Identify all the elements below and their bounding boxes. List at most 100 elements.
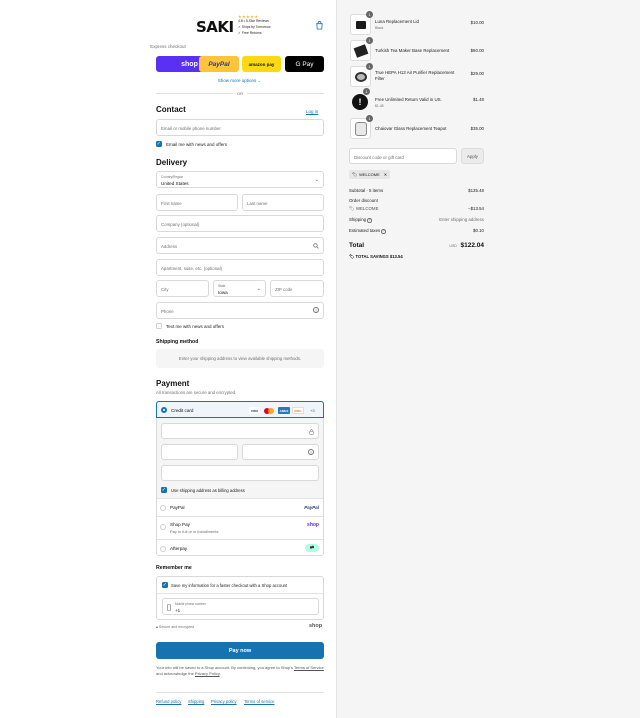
help-icon[interactable]: ? bbox=[308, 449, 314, 455]
product-variant-1: Black bbox=[375, 26, 384, 30]
discount-placeholder: Discount code or gift card bbox=[354, 154, 404, 160]
afterpay-logo-icon: ⇄ bbox=[305, 544, 319, 552]
search-icon bbox=[313, 243, 319, 249]
address-placeholder: Address bbox=[161, 244, 178, 249]
shipping-value: Enter shipping address bbox=[439, 217, 484, 222]
legal-mid: and acknowledge the bbox=[156, 670, 195, 676]
company-field[interactable]: Company (optional) bbox=[156, 215, 324, 232]
credit-card-option[interactable]: Credit card VISA AMEX DISC +3 bbox=[156, 401, 324, 418]
lid-image bbox=[356, 21, 366, 29]
amazon-pay-button[interactable]: amazon pay bbox=[242, 56, 281, 72]
footer-link-terms[interactable]: Terms of service bbox=[244, 699, 274, 704]
country-select[interactable]: Country/Region United States ⌄ bbox=[156, 171, 324, 188]
product-thumbnail-3: 1 bbox=[350, 63, 373, 87]
city-field[interactable]: City bbox=[156, 280, 209, 297]
payment-heading: Payment bbox=[156, 379, 190, 388]
shipping-notice-box: Enter your shipping address to view avai… bbox=[156, 349, 324, 368]
credit-card-radio[interactable] bbox=[161, 407, 167, 413]
or-divider: OR bbox=[156, 90, 324, 96]
zip-placeholder: ZIP code bbox=[275, 287, 293, 292]
paypal-radio[interactable] bbox=[160, 505, 166, 511]
mobile-phone-value: +1 bbox=[175, 607, 181, 613]
save-info-checkbox[interactable] bbox=[162, 582, 168, 588]
discount-tag-label: WELCOME bbox=[359, 172, 380, 177]
quantity-badge: 1 bbox=[366, 63, 373, 70]
billing-address-checkbox[interactable] bbox=[161, 487, 167, 493]
first-name-placeholder: First name bbox=[161, 201, 182, 206]
shop-logo: shop bbox=[309, 623, 323, 629]
name-on-card-field[interactable] bbox=[161, 465, 319, 481]
discount-tag: 🏷︎ WELCOME ✕ bbox=[349, 170, 391, 179]
header-badge-reviews: 4.8 • 5-Star Reviews bbox=[238, 19, 269, 23]
discount-code-field[interactable]: Discount code or gift card bbox=[349, 148, 457, 164]
amex-logo: AMEX bbox=[278, 407, 290, 414]
divider-line bbox=[156, 92, 233, 94]
paypal-button[interactable]: PayPal bbox=[199, 56, 239, 72]
legal-end: . bbox=[219, 670, 221, 676]
badge-text: Free Returns bbox=[241, 31, 262, 35]
first-name-field[interactable]: First name bbox=[156, 194, 238, 211]
help-icon[interactable]: ? bbox=[381, 229, 386, 234]
secure-note: 🔒︎ Secure and encrypted bbox=[156, 625, 194, 629]
header-badge-shipping: ✓ Ships by Tomorrow bbox=[238, 25, 271, 29]
product-thumbnail-5: 1 bbox=[350, 115, 373, 139]
remember-me-box: Save my information for a faster checkou… bbox=[156, 576, 324, 620]
mobile-phone-field[interactable]: Mobile phone number +1 bbox=[162, 598, 319, 615]
email-field[interactable]: Email or mobile phone number bbox=[156, 119, 324, 136]
quantity-badge: 1 bbox=[363, 88, 370, 95]
header-badge-returns: ✓ Free Returns bbox=[238, 31, 262, 35]
shop-pay-radio[interactable] bbox=[160, 524, 166, 530]
discover-logo: DISC bbox=[292, 407, 304, 414]
mobile-phone-icon bbox=[167, 604, 171, 611]
subtotal-value: $135.48 bbox=[468, 188, 484, 193]
expiry-field[interactable] bbox=[161, 444, 238, 460]
shop-pay-logo: shop bbox=[307, 522, 319, 528]
divider bbox=[157, 593, 323, 594]
apartment-placeholder: Apartment, suite, etc. (optional) bbox=[161, 266, 223, 271]
discount-amount: −$13.54 bbox=[468, 206, 484, 211]
address-field[interactable]: Address bbox=[156, 237, 324, 254]
close-icon[interactable]: ✕ bbox=[384, 172, 387, 177]
google-pay-button[interactable]: G Pay bbox=[285, 56, 324, 72]
last-name-field[interactable]: Last name bbox=[242, 194, 324, 211]
state-label: State bbox=[218, 284, 226, 288]
phone-placeholder: Phone bbox=[161, 309, 174, 314]
credit-card-label: Credit card bbox=[171, 407, 194, 413]
paypal-option[interactable]: PayPal PayPal bbox=[157, 498, 323, 516]
lock-icon bbox=[309, 428, 314, 435]
store-logo[interactable]: SAKI bbox=[196, 18, 234, 36]
visa-logo: VISA bbox=[249, 407, 260, 414]
footer-link-privacy[interactable]: Privacy policy bbox=[211, 699, 237, 704]
apartment-field[interactable]: Apartment, suite, etc. (optional) bbox=[156, 259, 324, 276]
card-number-field[interactable] bbox=[161, 423, 319, 439]
bag-icon[interactable] bbox=[315, 21, 324, 30]
help-icon[interactable]: ? bbox=[367, 218, 372, 223]
shop-pay-option[interactable]: Shop Pay Pay in full or in installments … bbox=[157, 516, 323, 539]
phone-field[interactable]: Phone ? bbox=[156, 302, 324, 319]
tea-maker-base-image bbox=[353, 44, 369, 58]
email-news-checkbox[interactable] bbox=[156, 141, 162, 147]
pay-now-button[interactable]: Pay now bbox=[156, 642, 324, 659]
quantity-badge: 1 bbox=[366, 11, 373, 18]
paypal-label: PayPal bbox=[170, 505, 185, 510]
sms-checkbox[interactable] bbox=[156, 323, 162, 329]
badge-text: Ships by Tomorrow bbox=[241, 25, 271, 29]
login-link[interactable]: Log in bbox=[306, 109, 318, 114]
quantity-badge: 1 bbox=[366, 37, 373, 44]
state-select[interactable]: State Iowa ⌄ bbox=[213, 280, 266, 297]
remember-me-heading: Remember me bbox=[156, 565, 192, 571]
help-icon[interactable]: ? bbox=[313, 307, 319, 313]
footer-link-shipping[interactable]: Shipping bbox=[188, 699, 204, 704]
product-price-5: $35.00 bbox=[470, 126, 484, 131]
product-price-3: $29.00 bbox=[470, 71, 484, 76]
apply-button[interactable]: Apply bbox=[461, 148, 484, 164]
footer-link-refund[interactable]: Refund policy bbox=[156, 699, 181, 704]
billing-address-label: Use shipping address as billing address bbox=[171, 487, 245, 493]
terms-of-service-link[interactable]: Terms of Service bbox=[294, 665, 324, 670]
chevron-down-icon: ⌄ bbox=[314, 177, 319, 183]
security-code-field[interactable]: ? bbox=[242, 444, 319, 460]
afterpay-option[interactable]: Afterpay ⇄ bbox=[157, 539, 323, 556]
zip-field[interactable]: ZIP code bbox=[270, 280, 324, 297]
afterpay-radio[interactable] bbox=[160, 545, 166, 552]
privacy-policy-link[interactable]: Privacy Policy bbox=[195, 671, 220, 676]
